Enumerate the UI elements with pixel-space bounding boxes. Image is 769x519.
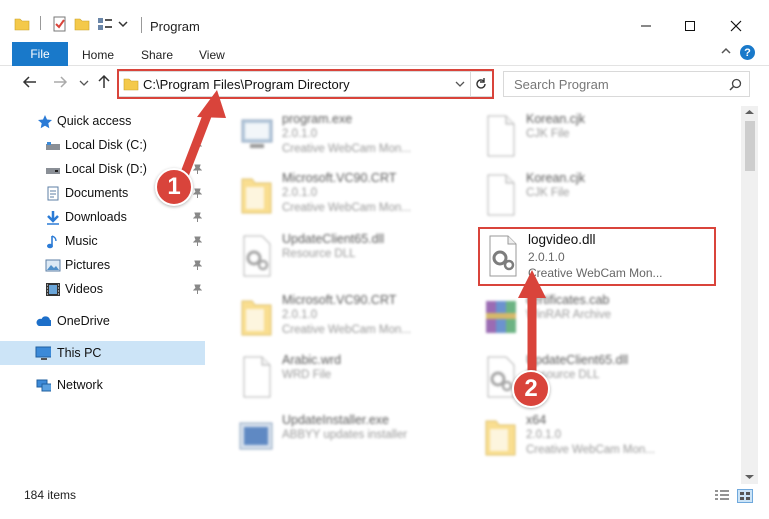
title-bar: Program [0,0,769,40]
close-icon [730,20,742,32]
sidebar-item-local-disk-c[interactable]: Local Disk (C:) [0,134,205,156]
star-icon [38,115,52,129]
step-badge-2: 2 [512,370,550,408]
status-bar [0,484,769,519]
new-folder-icon[interactable] [74,16,90,32]
back-arrow-icon[interactable] [22,74,38,90]
tab-view[interactable]: View [199,48,225,62]
pin-icon[interactable] [193,236,202,246]
drive-icon [46,142,60,150]
file-list: program.exe 2.0.1.0 Creative WebCam Mon.… [214,106,740,484]
file-item[interactable]: x64 2.0.1.0 Creative WebCam Mon... [476,409,706,465]
file-item[interactable]: UpdateClient65.dll Resource DLL [232,228,462,284]
cloud-icon [36,316,51,326]
file-item[interactable]: UpdateInstaller.exe ABBYY updates instal… [232,409,462,465]
scroll-up-icon[interactable] [744,108,755,116]
drive-icon [46,168,60,174]
file-item[interactable]: Microsoft.VC90.CRT 2.0.1.0 Creative WebC… [232,289,462,345]
pin-icon[interactable] [193,164,202,174]
search-icon[interactable] [729,78,742,91]
file-item[interactable]: UpdateClient65.dll Resource DLL [476,349,706,405]
minimize-icon [641,25,651,27]
pin-icon[interactable] [193,188,202,198]
file-highlight-box [478,227,716,286]
pin-icon[interactable] [193,140,202,150]
navigation-pane: Quick access Local Disk (C:) Local Disk … [0,106,208,482]
search-input[interactable]: Search Program [514,77,609,92]
computer-icon [35,346,51,360]
up-arrow-icon[interactable] [96,74,112,90]
installer-icon [239,422,273,450]
tab-file[interactable]: File [12,42,68,66]
details-view-icon[interactable] [714,489,730,501]
search-box[interactable]: Search Program [503,71,750,97]
pin-icon[interactable] [193,260,202,270]
pin-icon[interactable] [193,284,202,294]
file-icon [243,356,271,398]
sidebar-item-videos[interactable]: Videos [0,278,205,300]
file-item[interactable]: certificates.cab WinRAR Archive [476,289,706,345]
sidebar-item-downloads[interactable]: Downloads [0,206,205,228]
folder-icon [241,300,272,336]
scrollbar-thumb[interactable] [745,121,755,171]
ribbon-expand-icon[interactable] [720,45,732,57]
properties-icon[interactable] [52,16,68,32]
help-button[interactable]: ? [740,45,755,60]
ribbon [0,40,769,66]
forward-arrow-icon[interactable] [52,74,68,90]
sidebar-item-this-pc[interactable]: This PC [0,341,205,365]
sidebar-item-music[interactable]: Music [0,230,205,252]
sidebar-item-pictures[interactable]: Pictures [0,254,205,276]
item-count: 184 items [24,488,77,502]
videos-icon [46,283,60,296]
downloads-icon [47,211,59,225]
pictures-icon [45,259,61,272]
file-item[interactable]: Korean.cjk CJK File [476,108,706,164]
recent-locations-icon[interactable] [79,79,89,87]
file-icon [487,174,515,216]
address-highlight-box [117,69,494,99]
scroll-down-icon[interactable] [744,473,755,481]
maximize-icon [685,21,695,31]
dll-icon [243,235,271,277]
exe-icon [241,119,273,148]
file-item[interactable]: program.exe 2.0.1.0 Creative WebCam Mon.… [232,108,462,164]
tab-home[interactable]: Home [82,48,114,62]
customize-icon[interactable] [97,16,113,32]
sidebar-item-quick-access[interactable]: Quick access [0,110,205,132]
minimize-button[interactable] [631,14,661,38]
file-icon [487,115,515,157]
large-icons-view-icon[interactable] [737,489,753,503]
folder-icon [241,178,272,214]
folder-icon [14,18,30,31]
music-icon [47,235,57,249]
step-badge-1: 1 [155,168,193,206]
tab-share[interactable]: Share [141,48,173,62]
close-button[interactable] [721,14,751,38]
documents-icon [47,186,59,201]
pin-icon[interactable] [193,212,202,222]
chevron-down-icon[interactable] [117,18,129,30]
file-item[interactable]: Microsoft.VC90.CRT 2.0.1.0 Creative WebC… [232,167,462,223]
file-item[interactable]: Arabic.wrd WRD File [232,349,462,405]
sidebar-item-onedrive[interactable]: OneDrive [0,310,205,332]
archive-icon [486,301,516,333]
sidebar-item-network[interactable]: Network [0,374,205,396]
maximize-button[interactable] [675,14,705,38]
file-item[interactable]: Korean.cjk CJK File [476,167,706,223]
window-title: Program [150,19,200,34]
folder-icon [485,420,516,456]
network-icon [36,379,51,392]
